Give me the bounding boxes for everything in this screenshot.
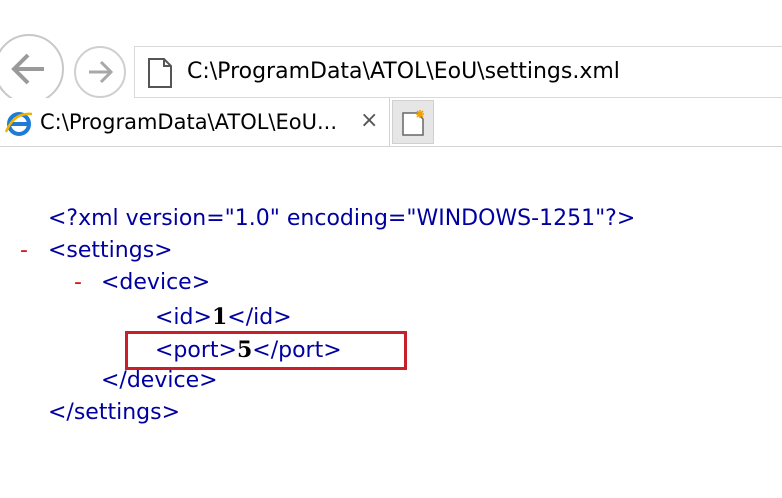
address-bar[interactable]: C:\ProgramData\ATOL\EoU\settings.xml (134, 46, 782, 98)
page-icon (148, 58, 172, 88)
tab-title: C:\ProgramData\ATOL\EoU... (40, 110, 338, 134)
forward-arrow-icon (89, 60, 114, 84)
xml-declaration: <?xml version="1.0" encoding="WINDOWS-12… (48, 206, 636, 231)
id-close-tag: </id> (227, 305, 292, 330)
new-tab-button[interactable] (392, 100, 434, 144)
device-open-tag: <device> (101, 270, 211, 295)
port-highlight-box (125, 331, 407, 370)
address-text[interactable]: C:\ProgramData\ATOL\EoU\settings.xml (187, 59, 620, 84)
id-value: 1 (211, 304, 228, 330)
id-open-tag: <id> (155, 305, 212, 330)
settings-close-tag: </settings> (48, 400, 181, 425)
settings-open-tag: <settings> (48, 238, 173, 263)
forward-button[interactable] (74, 46, 126, 98)
id-element: <id>1</id> (155, 301, 292, 333)
collapse-settings-toggle[interactable]: - (20, 235, 28, 267)
close-icon[interactable]: × (360, 108, 378, 133)
tab-strip: C:\ProgramData\ATOL\EoU... × (0, 98, 782, 147)
collapse-device-toggle[interactable]: - (74, 267, 82, 299)
ie-icon (4, 112, 33, 136)
navigation-bar: C:\ProgramData\ATOL\EoU\settings.xml (0, 0, 782, 104)
back-button[interactable] (0, 34, 64, 104)
tab-settings-xml[interactable]: C:\ProgramData\ATOL\EoU... × (0, 98, 390, 146)
back-arrow-icon (11, 53, 44, 85)
new-tab-icon (402, 110, 424, 136)
